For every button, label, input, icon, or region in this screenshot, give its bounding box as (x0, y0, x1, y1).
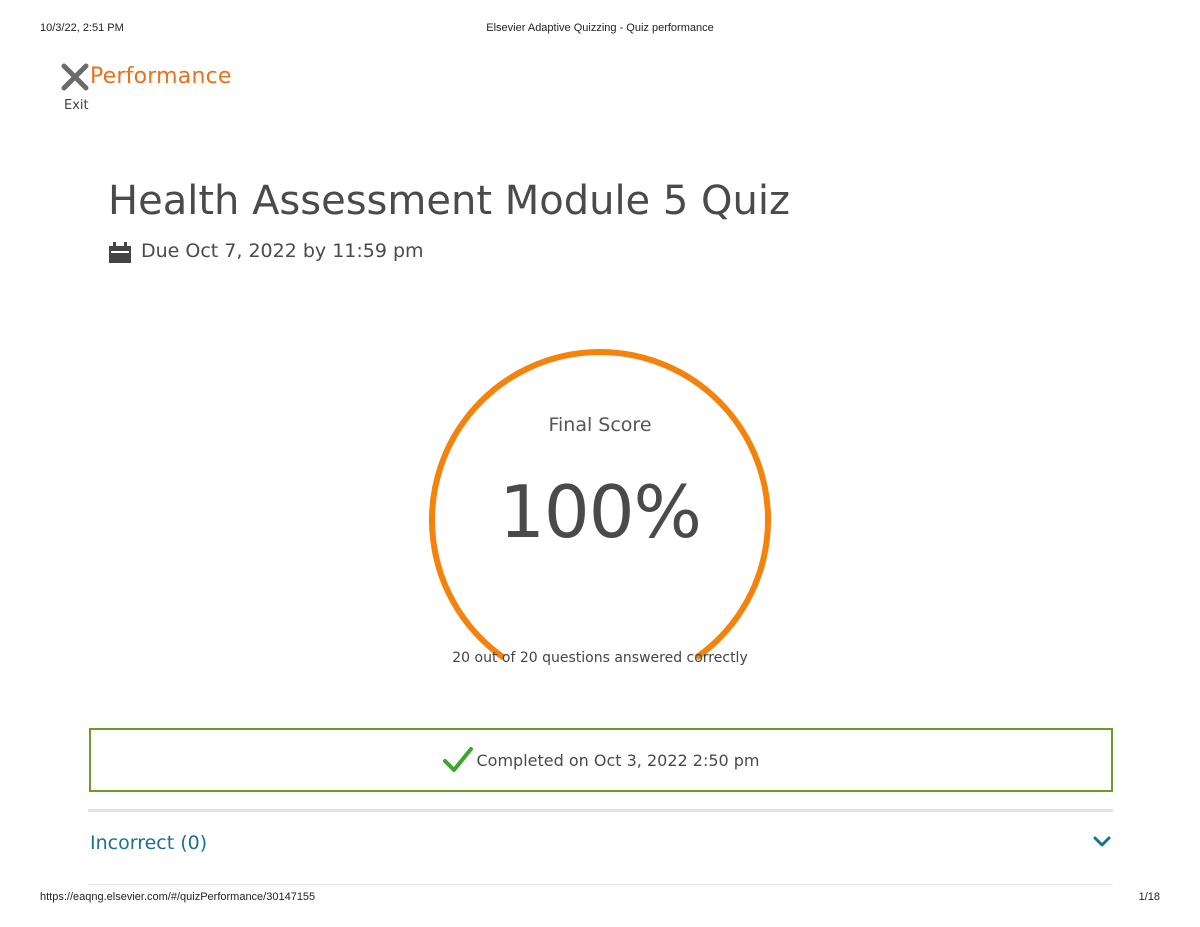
due-date-text: Due Oct 7, 2022 by 11:59 pm (141, 240, 424, 262)
incorrect-section-toggle[interactable]: Incorrect (0) (88, 822, 1113, 866)
print-header: 10/3/22, 2:51 PM Elsevier Adaptive Quizz… (0, 22, 1200, 38)
score-label: Final Score (548, 414, 652, 436)
print-page-number: 1/18 (1138, 891, 1160, 903)
print-url: https://eaqng.elsevier.com/#/quizPerform… (40, 891, 316, 903)
incorrect-section-label: Incorrect (0) (90, 832, 208, 854)
close-icon (61, 63, 89, 91)
print-footer: https://eaqng.elsevier.com/#/quizPerform… (0, 891, 1200, 907)
page-title: Performance (90, 64, 232, 89)
quiz-title: Health Assessment Module 5 Quiz (108, 178, 790, 224)
score-value: 100% (499, 470, 702, 554)
checkmark-icon (443, 747, 474, 772)
exit-label: Exit (64, 98, 89, 113)
calendar-icon (109, 242, 131, 263)
chevron-down-icon (1093, 836, 1111, 847)
print-page-title: Elsevier Adaptive Quizzing - Quiz perfor… (486, 22, 714, 34)
score-gauge: Final Score 100% (420, 340, 780, 660)
section-divider (88, 809, 1113, 812)
section-divider-bottom (88, 884, 1113, 885)
completion-text: Completed on Oct 3, 2022 2:50 pm (476, 750, 760, 770)
completion-banner: Completed on Oct 3, 2022 2:50 pm (89, 728, 1113, 792)
score-summary: 20 out of 20 questions answered correctl… (452, 650, 748, 666)
